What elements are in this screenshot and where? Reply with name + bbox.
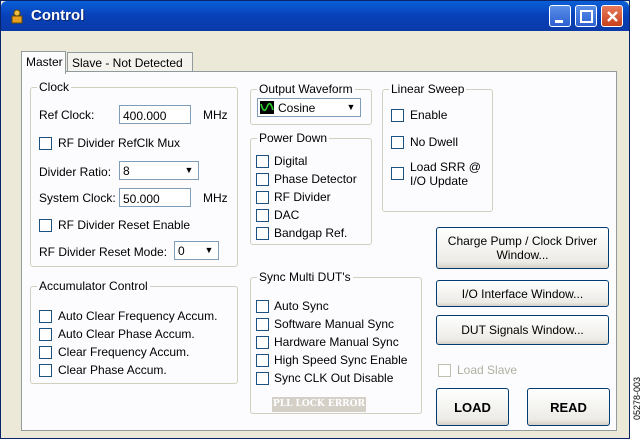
clear-frequency-checkbox[interactable]	[39, 346, 52, 359]
chevron-down-icon: ▼	[201, 243, 217, 258]
rf-divider-refclk-mux-checkbox[interactable]	[39, 137, 52, 150]
charge-pump-label-line2: Window...	[496, 248, 549, 262]
rf-divider-reset-mode-label: RF Divider Reset Mode:	[39, 245, 168, 259]
high-speed-sync-checkbox[interactable]	[256, 354, 269, 367]
load-slave-checkbox[interactable]	[438, 364, 451, 377]
output-waveform-value: Cosine	[278, 101, 316, 115]
power-down-rf-divider-checkbox[interactable]	[256, 191, 269, 204]
hardware-manual-sync-checkbox[interactable]	[256, 336, 269, 349]
clear-phase-label: Clear Phase Accum.	[58, 363, 167, 377]
power-down-title: Power Down	[257, 131, 330, 145]
load-slave-label: Load Slave	[457, 363, 518, 377]
clear-phase-checkbox[interactable]	[39, 364, 52, 377]
load-srr-checkbox[interactable]	[391, 167, 404, 180]
title-bar[interactable]: Control	[1, 1, 629, 31]
load-button-label: LOAD	[454, 399, 491, 415]
control-window: Control Master Slave - Not Detected Cloc…	[0, 0, 630, 439]
power-down-digital-checkbox[interactable]	[256, 155, 269, 168]
linear-sweep-title: Linear Sweep	[389, 82, 467, 96]
chevron-down-icon: ▼	[181, 163, 197, 178]
ref-clock-label: Ref Clock:	[39, 108, 95, 122]
dut-signals-window-button[interactable]: DUT Signals Window...	[436, 315, 609, 345]
power-down-bandgap-checkbox[interactable]	[256, 227, 269, 240]
dut-signals-label: DUT Signals Window...	[461, 323, 584, 337]
high-speed-sync-label: High Speed Sync Enable	[274, 353, 408, 367]
tab-master[interactable]: Master	[21, 51, 66, 74]
ref-clock-unit: MHz	[203, 108, 228, 122]
divider-ratio-select[interactable]: 8 ▼	[119, 161, 199, 180]
system-clock-input[interactable]: 50.000	[119, 188, 191, 207]
load-srr-label-line2: I/O Update	[410, 174, 469, 188]
auto-sync-label: Auto Sync	[274, 299, 329, 313]
rf-divider-reset-mode-value: 0	[178, 244, 185, 258]
auto-clear-phase-label: Auto Clear Phase Accum.	[58, 327, 195, 341]
rf-divider-refclk-mux-label: RF Divider RefClk Mux	[58, 136, 181, 150]
power-down-dac-checkbox[interactable]	[256, 209, 269, 222]
power-down-digital-label: Digital	[274, 154, 308, 168]
hardware-manual-sync-label: Hardware Manual Sync	[274, 335, 399, 349]
output-waveform-select[interactable]: Cosine ▼	[257, 98, 361, 117]
sync-clk-out-disable-checkbox[interactable]	[256, 372, 269, 385]
linear-sweep-enable-checkbox[interactable]	[391, 109, 404, 122]
power-down-dac-label: DAC	[274, 208, 300, 222]
power-down-phase-detector-checkbox[interactable]	[256, 173, 269, 186]
rf-divider-reset-mode-select[interactable]: 0 ▼	[174, 241, 219, 260]
io-interface-window-button[interactable]: I/O Interface Window...	[436, 280, 609, 307]
minimize-icon	[555, 20, 563, 23]
accumulator-control-title: Accumulator Control	[37, 279, 150, 293]
divider-ratio-label: Divider Ratio:	[39, 165, 112, 179]
auto-clear-frequency-label: Auto Clear Frequency Accum.	[58, 309, 218, 323]
io-interface-label: I/O Interface Window...	[461, 286, 584, 301]
power-down-rf-divider-label: RF Divider	[274, 190, 331, 204]
sync-clk-out-disable-label: Sync CLK Out Disable	[274, 371, 394, 385]
read-button[interactable]: READ	[527, 388, 610, 426]
system-clock-label: System Clock:	[39, 191, 116, 205]
chevron-down-icon: ▼	[343, 100, 359, 115]
rf-divider-reset-enable-checkbox[interactable]	[39, 219, 52, 232]
charge-pump-label-line1: Charge Pump / Clock Driver	[447, 234, 598, 248]
ref-clock-input[interactable]: 400.000	[119, 105, 191, 124]
no-dwell-checkbox[interactable]	[391, 136, 404, 149]
maximize-button[interactable]	[575, 5, 597, 27]
system-clock-unit: MHz	[203, 191, 228, 205]
linear-sweep-enable-label: Enable	[410, 108, 448, 122]
power-down-bandgap-label: Bandgap Ref.	[274, 226, 348, 240]
read-button-label: READ	[550, 399, 587, 415]
close-button[interactable]	[601, 5, 623, 27]
load-button[interactable]: LOAD	[436, 388, 509, 426]
auto-clear-frequency-checkbox[interactable]	[39, 310, 52, 323]
minimize-button[interactable]	[549, 5, 571, 27]
close-icon	[607, 11, 618, 22]
clear-frequency-label: Clear Frequency Accum.	[58, 345, 190, 359]
sync-multi-dut-title: Sync Multi DUT's	[257, 270, 353, 284]
load-srr-label-line1: Load SRR @	[410, 160, 481, 174]
software-manual-sync-label: Software Manual Sync	[274, 317, 395, 331]
app-icon	[11, 9, 23, 24]
clock-group-title: Clock	[37, 80, 72, 94]
power-down-phase-detector-label: Phase Detector	[274, 172, 357, 186]
maximize-icon	[580, 10, 593, 23]
rf-divider-reset-enable-label: RF Divider Reset Enable	[58, 218, 191, 232]
pll-lock-error-indicator: PLL LOCK ERROR	[272, 397, 366, 412]
auto-clear-phase-checkbox[interactable]	[39, 328, 52, 341]
divider-ratio-value: 8	[123, 164, 130, 178]
charge-pump-clock-driver-button[interactable]: Charge Pump / Clock Driver Window...	[436, 227, 609, 269]
waveform-icon	[260, 101, 274, 114]
figure-code: 05278-003	[632, 377, 642, 421]
no-dwell-label: No Dwell	[410, 135, 459, 149]
software-manual-sync-checkbox[interactable]	[256, 318, 269, 331]
output-waveform-title: Output Waveform	[257, 82, 355, 96]
window-title: Control	[31, 7, 85, 24]
auto-sync-checkbox[interactable]	[256, 300, 269, 313]
